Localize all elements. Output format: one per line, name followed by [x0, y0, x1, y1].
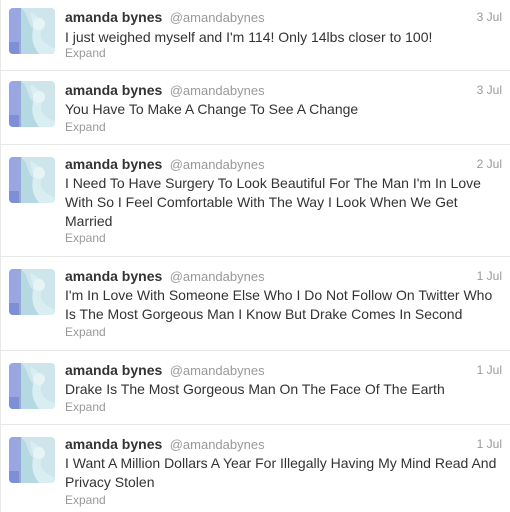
avatar[interactable] [9, 8, 55, 54]
tweet-text: I Want A Million Dollars A Year For Ille… [65, 455, 497, 490]
timestamp[interactable]: 1 Jul [477, 269, 502, 283]
tweet-text: You Have To Make A Change To See A Chang… [65, 101, 359, 117]
tweet-feed: amanda bynes @amandabynes 3 Jul I just w… [0, 0, 510, 512]
tweet[interactable]: amanda bynes @amandabynes 3 Jul I just w… [1, 0, 510, 71]
timestamp[interactable]: 2 Jul [477, 157, 502, 171]
tweet[interactable]: amanda bynes @amandabynes 1 Jul Drake Is… [1, 351, 510, 425]
avatar[interactable] [9, 363, 55, 409]
user-handle[interactable]: @amandabynes [170, 83, 265, 98]
tweet-text: I Need To Have Surgery To Look Beautiful… [65, 175, 481, 229]
timestamp[interactable]: 3 Jul [477, 83, 502, 97]
tweet-header: amanda bynes @amandabynes 3 Jul [65, 9, 502, 27]
user-handle[interactable]: @amandabynes [170, 10, 265, 25]
avatar[interactable] [9, 81, 55, 127]
avatar[interactable] [9, 269, 55, 315]
avatar[interactable] [9, 437, 55, 483]
tweet[interactable]: amanda bynes @amandabynes 2 Jul I Need T… [1, 145, 510, 257]
tweet-text: I'm In Love With Someone Else Who I Do N… [65, 287, 493, 322]
timestamp[interactable]: 1 Jul [477, 363, 502, 377]
timestamp[interactable]: 3 Jul [477, 10, 502, 24]
expand-link[interactable]: Expand [65, 120, 106, 134]
user-handle[interactable]: @amandabynes [170, 363, 265, 378]
user-name[interactable]: amanda bynes [65, 436, 162, 452]
tweet-header: amanda bynes @amandabynes 1 Jul [65, 268, 502, 286]
user-name[interactable]: amanda bynes [65, 9, 162, 25]
user-handle[interactable]: @amandabynes [170, 269, 265, 284]
expand-link[interactable]: Expand [65, 231, 106, 245]
expand-link[interactable]: Expand [65, 325, 106, 339]
tweet-text: Drake Is The Most Gorgeous Man On The Fa… [65, 381, 445, 397]
expand-link[interactable]: Expand [65, 46, 106, 60]
tweet-header: amanda bynes @amandabynes 1 Jul [65, 436, 502, 454]
tweet[interactable]: amanda bynes @amandabynes 3 Jul You Have… [1, 71, 510, 145]
expand-link[interactable]: Expand [65, 493, 106, 507]
user-name[interactable]: amanda bynes [65, 82, 162, 98]
tweet-header: amanda bynes @amandabynes 1 Jul [65, 362, 502, 380]
avatar[interactable] [9, 157, 55, 203]
tweet[interactable]: amanda bynes @amandabynes 1 Jul I Want A… [1, 425, 510, 512]
tweet[interactable]: amanda bynes @amandabynes 1 Jul I'm In L… [1, 257, 510, 351]
tweet-header: amanda bynes @amandabynes 3 Jul [65, 82, 502, 100]
user-handle[interactable]: @amandabynes [170, 437, 265, 452]
timestamp[interactable]: 1 Jul [477, 437, 502, 451]
tweet-header: amanda bynes @amandabynes 2 Jul [65, 156, 502, 174]
user-name[interactable]: amanda bynes [65, 156, 162, 172]
expand-link[interactable]: Expand [65, 400, 106, 414]
user-handle[interactable]: @amandabynes [170, 157, 265, 172]
tweet-text: I just weighed myself and I'm 114! Only … [65, 29, 433, 45]
user-name[interactable]: amanda bynes [65, 362, 162, 378]
user-name[interactable]: amanda bynes [65, 268, 162, 284]
